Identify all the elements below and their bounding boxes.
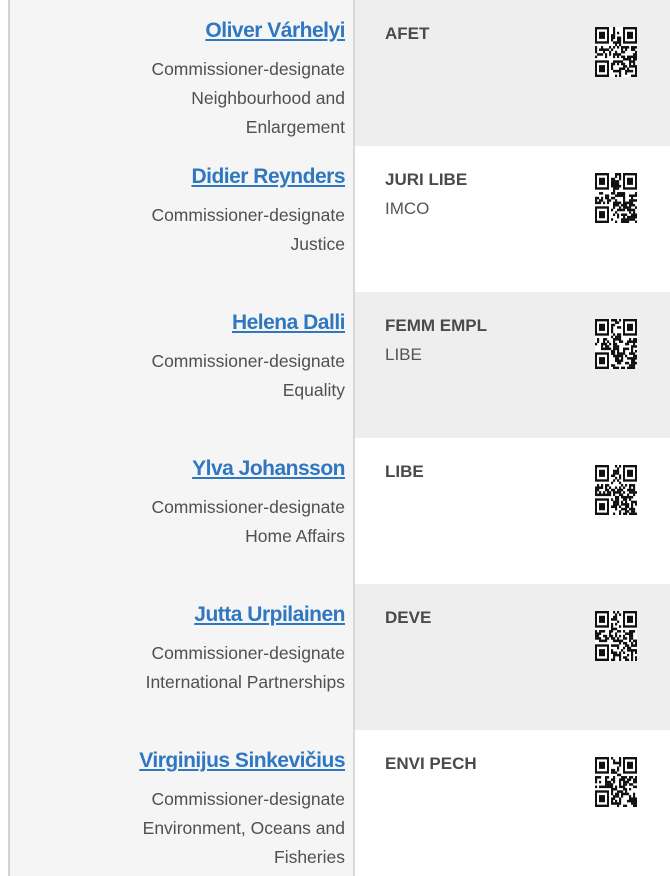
commissioner-name-link[interactable]: Virginijus Sinkevičius xyxy=(139,749,345,773)
committees-primary: DEVE xyxy=(385,608,432,627)
commissioner-role: Commissioner-designate Neighbourhood and… xyxy=(25,55,345,142)
committees-primary: LIBE xyxy=(385,462,424,481)
role-line: Commissioner-designate xyxy=(151,205,345,225)
committees-cell: FEMM EMPL LIBE xyxy=(355,292,670,438)
role-line: Justice xyxy=(290,234,345,254)
committees-cell: DEVE xyxy=(355,584,670,730)
qr-code-icon[interactable] xyxy=(595,465,637,515)
committees-cell: AFET xyxy=(355,0,670,146)
committees-list: LIBE xyxy=(385,457,424,486)
qr-code-icon[interactable] xyxy=(595,757,637,807)
role-line: Commissioner-designate xyxy=(151,789,345,809)
commissioner-row: Helena Dalli Commissioner-designate Equa… xyxy=(10,292,670,438)
commissioner-role: Commissioner-designate Equality xyxy=(25,347,345,405)
committees-list: FEMM EMPL LIBE xyxy=(385,311,487,369)
qr-code-icon[interactable] xyxy=(595,173,637,223)
commissioner-role: Commissioner-designate Environment, Ocea… xyxy=(25,785,345,872)
commissioner-info-cell: Oliver Várhelyi Commissioner-designate N… xyxy=(10,0,355,146)
role-line: Fisheries xyxy=(274,847,345,867)
commissioner-name-link[interactable]: Ylva Johansson xyxy=(192,457,345,481)
role-line: Environment, Oceans and xyxy=(142,818,345,838)
committees-secondary: LIBE xyxy=(385,345,422,364)
committees-secondary: IMCO xyxy=(385,199,430,218)
committees-primary: AFET xyxy=(385,24,430,43)
commissioner-info-cell: Didier Reynders Commissioner-designate J… xyxy=(10,146,355,292)
committees-primary: JURI LIBE xyxy=(385,170,468,189)
committees-cell: ENVI PECH xyxy=(355,730,670,876)
committees-list: JURI LIBE IMCO xyxy=(385,165,467,223)
role-line: Neighbourhood and xyxy=(191,88,345,108)
committees-cell: LIBE xyxy=(355,438,670,584)
commissioner-list-page: Oliver Várhelyi Commissioner-designate N… xyxy=(0,0,670,876)
committees-list: DEVE xyxy=(385,603,431,632)
commissioner-info-cell: Jutta Urpilainen Commissioner-designate … xyxy=(10,584,355,730)
commissioner-role: Commissioner-designate International Par… xyxy=(25,639,345,697)
commissioner-name-link[interactable]: Oliver Várhelyi xyxy=(205,19,345,43)
committees-list: ENVI PECH xyxy=(385,749,477,778)
commissioner-row: Jutta Urpilainen Commissioner-designate … xyxy=(10,584,670,730)
commissioner-info-cell: Ylva Johansson Commissioner-designate Ho… xyxy=(10,438,355,584)
commissioner-row: Oliver Várhelyi Commissioner-designate N… xyxy=(10,0,670,146)
commissioner-row: Ylva Johansson Commissioner-designate Ho… xyxy=(10,438,670,584)
commissioner-row: Didier Reynders Commissioner-designate J… xyxy=(10,146,670,292)
role-line: Commissioner-designate xyxy=(151,497,345,517)
role-line: Commissioner-designate xyxy=(151,643,345,663)
role-line: Commissioner-designate xyxy=(151,351,345,371)
committees-primary: FEMM EMPL xyxy=(385,316,487,335)
commissioner-name-link[interactable]: Didier Reynders xyxy=(191,165,345,189)
commissioner-info-cell: Virginijus Sinkevičius Commissioner-desi… xyxy=(10,730,355,876)
qr-code-icon[interactable] xyxy=(595,27,637,77)
role-line: Home Affairs xyxy=(245,526,345,546)
commissioner-row: Virginijus Sinkevičius Commissioner-desi… xyxy=(10,730,670,876)
commissioner-name-link[interactable]: Helena Dalli xyxy=(232,311,346,335)
role-line: Enlargement xyxy=(245,117,345,137)
commissioner-role: Commissioner-designate Justice xyxy=(25,201,345,259)
qr-code-icon[interactable] xyxy=(595,611,637,661)
commissioner-info-cell: Helena Dalli Commissioner-designate Equa… xyxy=(10,292,355,438)
commissioner-role: Commissioner-designate Home Affairs xyxy=(25,493,345,551)
qr-code-icon[interactable] xyxy=(595,319,637,369)
committees-cell: JURI LIBE IMCO xyxy=(355,146,670,292)
role-line: International Partnerships xyxy=(145,672,345,692)
role-line: Equality xyxy=(282,380,345,400)
role-line: Commissioner-designate xyxy=(151,59,345,79)
commissioner-name-link[interactable]: Jutta Urpilainen xyxy=(194,603,345,627)
committees-list: AFET xyxy=(385,19,429,48)
committees-primary: ENVI PECH xyxy=(385,754,477,773)
